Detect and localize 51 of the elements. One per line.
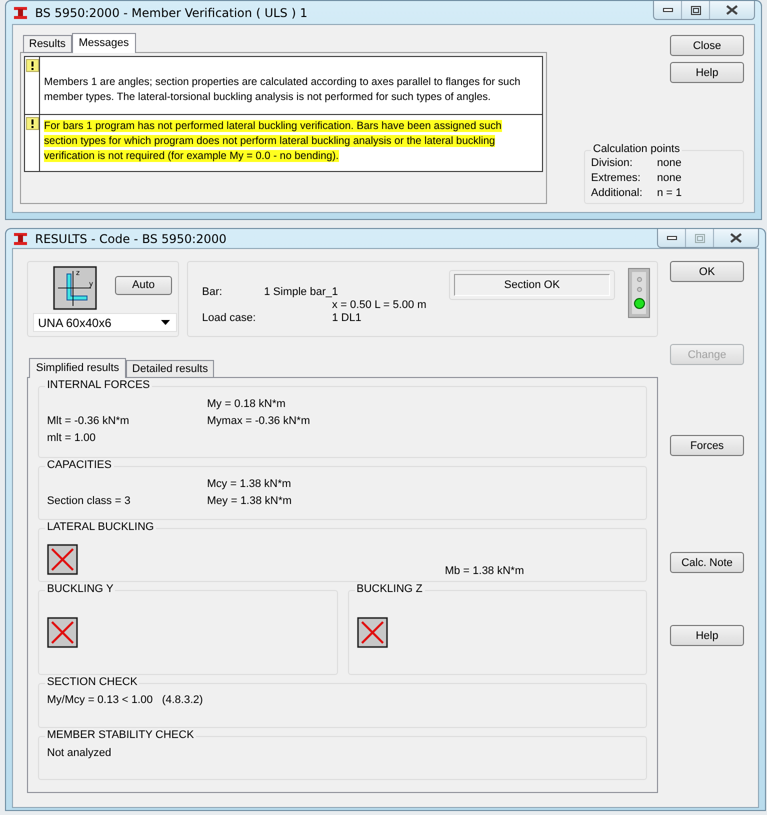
result-value: Section class = 3 bbox=[47, 494, 132, 509]
window-title: RESULTS - Code - BS 5950:2000 bbox=[35, 232, 227, 246]
dialog-button[interactable]: Forces bbox=[670, 435, 744, 456]
field-label: Division: bbox=[591, 157, 634, 169]
field-value: none bbox=[657, 172, 682, 184]
result-value: Mey = 1.38 kN*m bbox=[207, 494, 293, 509]
group-title: Calculation points bbox=[591, 143, 682, 155]
caret-icon bbox=[161, 320, 170, 325]
warning-icon bbox=[26, 117, 39, 130]
status-field: Section OK bbox=[454, 274, 610, 296]
group-title: MEMBER STABILITY CHECK bbox=[45, 729, 196, 741]
field-value: 1 DL1 bbox=[331, 312, 362, 324]
group-title: SECTION CHECK bbox=[45, 676, 140, 688]
app-icon bbox=[12, 6, 29, 20]
field-label: Additional: bbox=[591, 187, 644, 199]
warning-icon bbox=[26, 59, 39, 72]
result-value: Mlt = -0.36 kN*m bbox=[47, 414, 130, 429]
result-value: My = 0.18 kN*m bbox=[207, 397, 287, 412]
result-value: mlt = 1.00 bbox=[47, 431, 97, 446]
dialog-button[interactable]: Help bbox=[670, 62, 744, 83]
auto-button[interactable]: Auto bbox=[115, 276, 172, 294]
dialog-button[interactable]: Calc. Note bbox=[670, 552, 744, 573]
result-value: Mb = 1.38 kN*m bbox=[444, 565, 524, 577]
field-value: 1 Simple bar_1 bbox=[264, 286, 339, 298]
field-value: n = 1 bbox=[657, 187, 683, 199]
result-text: Not analyzed bbox=[47, 747, 112, 759]
message-text: Members 1 are angles; section properties are calculated according to axes parallel to flanges for such member types. The lateral-torsional buckling analysis is not performed for such types of angles. bbox=[43, 74, 522, 104]
field-label: Bar: bbox=[202, 286, 224, 298]
result-value: Mymax = -0.36 kN*m bbox=[207, 414, 311, 429]
dialog-button[interactable]: OK bbox=[670, 261, 744, 282]
group-title: BUCKLING Z bbox=[354, 583, 425, 595]
field-label: Extremes: bbox=[591, 172, 642, 184]
window-title: BS 5950:2000 - Member Verification ( ULS ) 1 bbox=[35, 6, 308, 20]
tab[interactable]: Simplified results bbox=[29, 358, 126, 378]
tab[interactable]: Results bbox=[23, 35, 72, 53]
group-title: CAPACITIES bbox=[45, 459, 114, 471]
result-text: My/Mcy = 0.13 < 1.00 (4.8.3.2) bbox=[47, 694, 203, 706]
group-title: INTERNAL FORCES bbox=[45, 379, 152, 391]
message-text: For bars 1 program has not performed lateral buckling verification. Bars have been assigned such section types for which program does not perform lateral buckling analysis or the lateral buckling verification is not required (for example My = 0.0 - no bending). bbox=[43, 119, 503, 164]
app-icon bbox=[12, 232, 29, 246]
field-value: none bbox=[657, 157, 682, 169]
tab[interactable]: Detailed results bbox=[126, 360, 214, 378]
result-value: Mcy = 1.38 kN*m bbox=[207, 477, 292, 492]
tab[interactable]: Messages bbox=[72, 33, 136, 53]
group-title: BUCKLING Y bbox=[45, 583, 116, 595]
field-label: Load case: bbox=[202, 312, 257, 324]
dialog-button[interactable]: Close bbox=[670, 35, 744, 56]
group-title: LATERAL BUCKLING bbox=[45, 521, 156, 533]
dialog-button[interactable]: Help bbox=[670, 625, 744, 646]
section-dropdown[interactable]: UNA 60x40x6 bbox=[33, 313, 177, 332]
field-value: x = 0.50 L = 5.00 m bbox=[332, 299, 426, 311]
